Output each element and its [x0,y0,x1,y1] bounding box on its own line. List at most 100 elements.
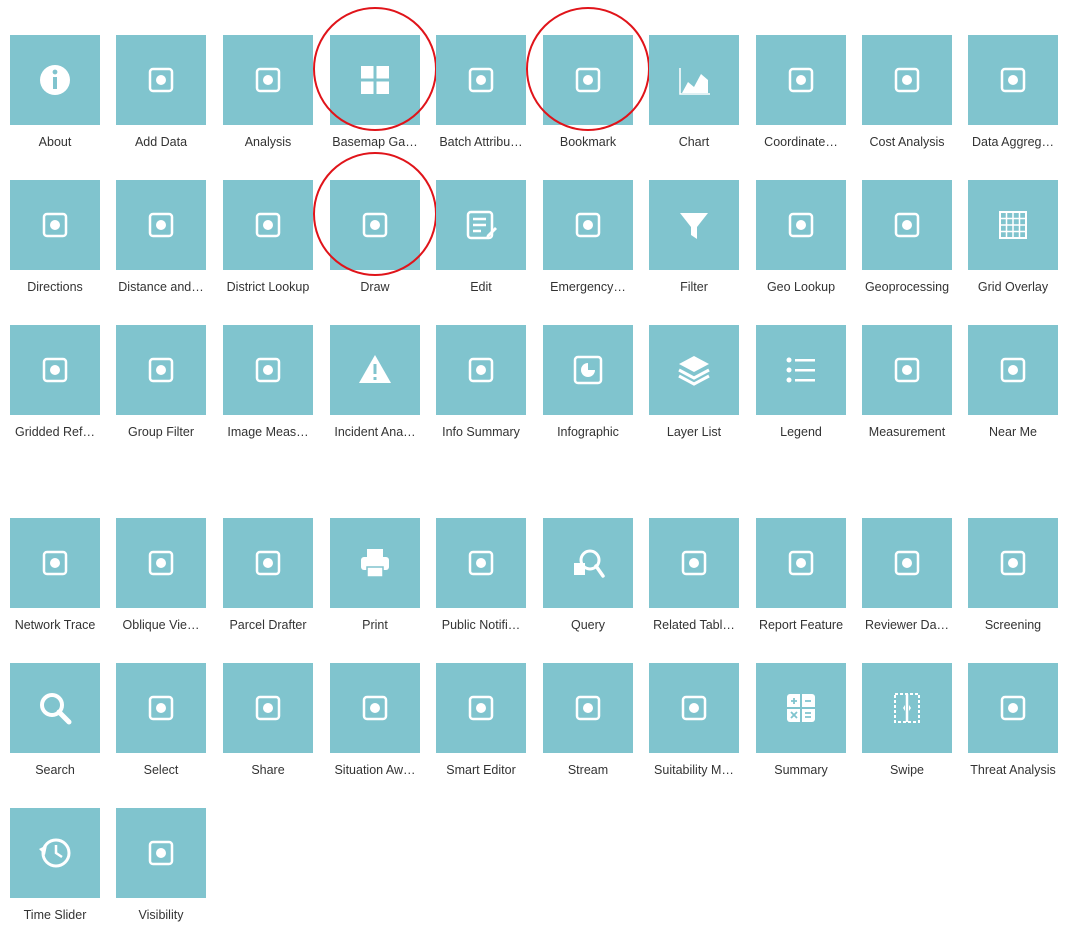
widget-oblique-viewer[interactable]: Oblique Vie… [116,518,206,643]
widget-query[interactable]: Query [543,518,633,643]
widget-threat-analysis[interactable]: Threat Analysis [968,663,1058,788]
widget-data-aggregation[interactable]: Data Aggreg… [968,35,1058,160]
widget-select[interactable]: Select [116,663,206,788]
widget-visibility[interactable]: Visibility [116,808,206,933]
widget-label: Select [143,763,179,777]
widget-label: Geoprocessing [864,280,950,294]
widget-layer-list[interactable]: Layer List [649,325,739,450]
widget-emergency[interactable]: Emergency… [543,180,633,305]
coordinate-icon [756,35,846,125]
swipe-icon [862,663,952,753]
geoprocessing-icon [862,180,952,270]
summary-calculator-icon [756,663,846,753]
analysis-icon [223,35,313,125]
widget-gridded-reference[interactable]: Gridded Ref… [10,325,100,450]
widget-label: Filter [680,280,708,294]
widget-report-feature[interactable]: Report Feature [756,518,846,643]
widget-suitability-modeler[interactable]: Suitability M… [649,663,739,788]
widget-swipe[interactable]: Swipe [862,663,952,788]
network-trace-icon [10,518,100,608]
widget-info[interactable]: About [10,35,100,160]
widget-label: Distance and… [118,280,204,294]
widget-geo-lookup[interactable]: Geo Lookup [756,180,846,305]
widget-label: Data Aggreg… [972,135,1054,149]
widget-screening[interactable]: Screening [968,518,1058,643]
widget-near-me[interactable]: Near Me [968,325,1058,450]
widget-geoprocessing[interactable]: Geoprocessing [862,180,952,305]
widget-group-filter[interactable]: Group Filter [116,325,206,450]
info-icon [10,35,100,125]
widget-distance-direction[interactable]: Distance and… [116,180,206,305]
infographic-icon [543,325,633,415]
screening-icon [968,518,1058,608]
widget-add-data[interactable]: Add Data [116,35,206,160]
widget-label: Grid Overlay [977,280,1049,294]
related-table-icon [649,518,739,608]
widget-search[interactable]: Search [10,663,100,788]
widget-label: Image Meas… [227,425,309,439]
widget-label: Suitability M… [654,763,734,777]
time-slider-icon [10,808,100,898]
widget-draw-palette[interactable]: Draw [330,180,420,305]
legend-icon [756,325,846,415]
widget-label: Situation Aw… [334,763,416,777]
widget-public-notification[interactable]: Public Notifi… [436,518,526,643]
widget-basemap-gallery[interactable]: Basemap Ga… [330,35,420,160]
smart-editor-icon [436,663,526,753]
gridded-reference-icon [10,325,100,415]
parcel-drafter-icon [223,518,313,608]
widget-measurement[interactable]: Measurement [862,325,952,450]
cost-analysis-icon [862,35,952,125]
bookmark-icon [543,35,633,125]
widget-coordinate[interactable]: Coordinate… [756,35,846,160]
widget-incident-analysis[interactable]: Incident Ana… [330,325,420,450]
widget-edit[interactable]: Edit [436,180,526,305]
widget-summary-calculator[interactable]: Summary [756,663,846,788]
widget-situation-awareness[interactable]: Situation Aw… [330,663,420,788]
widget-bookmark[interactable]: Bookmark [543,35,633,160]
widget-chart[interactable]: Chart [649,35,739,160]
widget-district-lookup[interactable]: District Lookup [223,180,313,305]
district-lookup-icon [223,180,313,270]
widget-label: Print [362,618,388,632]
widget-cost-analysis[interactable]: Cost Analysis [862,35,952,160]
widget-label: Summary [774,763,828,777]
widget-label: Info Summary [442,425,520,439]
widget-share[interactable]: Share [223,663,313,788]
widget-label: Measurement [868,425,946,439]
widget-parcel-drafter[interactable]: Parcel Drafter [223,518,313,643]
widget-label: Reviewer Da… [864,618,950,632]
geo-lookup-icon [756,180,846,270]
widget-print[interactable]: Print [330,518,420,643]
widget-filter[interactable]: Filter [649,180,739,305]
distance-direction-icon [116,180,206,270]
widget-label: Parcel Drafter [229,618,307,632]
near-me-icon [968,325,1058,415]
query-icon [543,518,633,608]
widget-label: Coordinate… [764,135,838,149]
widget-label: Share [251,763,285,777]
widget-image-measurement[interactable]: Image Meas… [223,325,313,450]
widget-label: Cost Analysis [869,135,945,149]
widget-time-slider[interactable]: Time Slider [10,808,100,933]
chart-icon [649,35,739,125]
widget-label: Layer List [666,425,722,439]
widget-label: Draw [360,280,390,294]
incident-analysis-icon [330,325,420,415]
widget-label: Search [35,763,75,777]
widget-related-table[interactable]: Related Tabl… [649,518,739,643]
widget-infographic[interactable]: Infographic [543,325,633,450]
widget-reviewer-dashboard[interactable]: Reviewer Da… [862,518,952,643]
reviewer-dashboard-icon [862,518,952,608]
widget-stream[interactable]: Stream [543,663,633,788]
widget-legend[interactable]: Legend [756,325,846,450]
widget-label: Network Trace [14,618,96,632]
widget-network-trace[interactable]: Network Trace [10,518,100,643]
widget-smart-editor[interactable]: Smart Editor [436,663,526,788]
widget-directions[interactable]: Directions [10,180,100,305]
widget-info-summary[interactable]: Info Summary [436,325,526,450]
widget-analysis[interactable]: Analysis [223,35,313,160]
widget-grid-overlay[interactable]: Grid Overlay [968,180,1058,305]
widget-batch-attribute[interactable]: Batch Attribu… [436,35,526,160]
share-icon [223,663,313,753]
